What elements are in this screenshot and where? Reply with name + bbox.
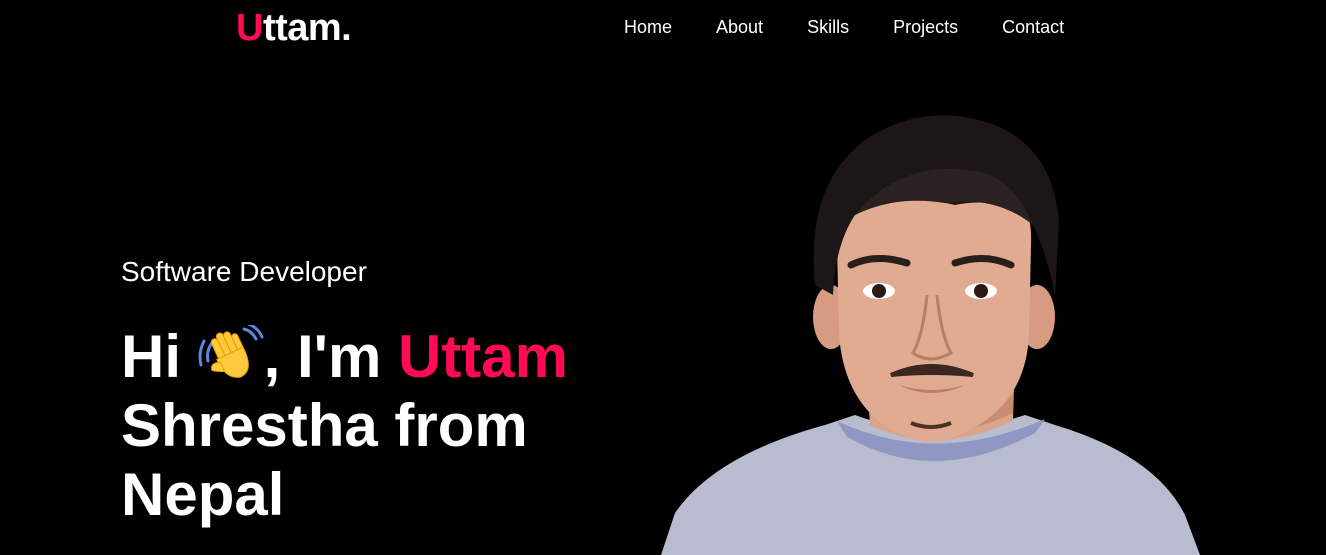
headline-line-3: Nepal [121, 461, 285, 528]
nav-link-skills[interactable]: Skills [807, 16, 849, 38]
hero-headline: Hi , I'm Uttam Shrestha from Nepal [121, 321, 601, 529]
nav-link-about[interactable]: About [716, 16, 763, 38]
waving-hand-icon [198, 321, 264, 385]
portfolio-page: Uttam. Home About Skills Projects Contac… [0, 0, 1326, 555]
nav-link-home[interactable]: Home [624, 16, 672, 38]
role-subtitle: Software Developer [121, 256, 367, 287]
logo-accent-letter: U [236, 7, 263, 49]
nav-link-projects[interactable]: Projects [893, 16, 958, 38]
site-logo[interactable]: Uttam. [236, 6, 352, 50]
nav-link-contact[interactable]: Contact [1002, 16, 1064, 38]
greeting-text: Hi [121, 323, 181, 390]
headline-line-2: Shrestha from [121, 392, 528, 459]
intro-text: , I'm [263, 323, 382, 390]
logo-text: ttam. [262, 7, 352, 49]
main-nav: Home About Skills Projects Contact [624, 16, 1064, 38]
name-highlight: Uttam [397, 323, 568, 390]
profile-portrait [655, 95, 1215, 555]
